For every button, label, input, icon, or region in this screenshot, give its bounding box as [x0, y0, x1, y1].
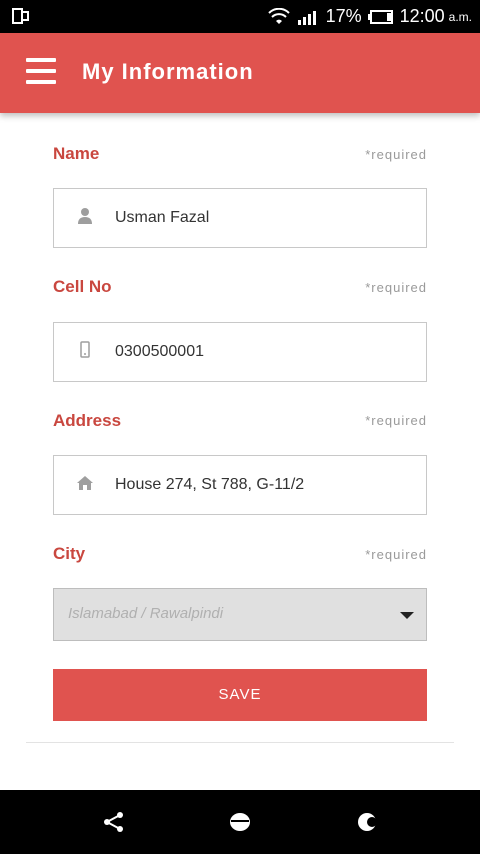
cell-value: 0300500001 — [115, 343, 204, 360]
user-icon — [78, 208, 92, 224]
hamburger-menu-icon[interactable] — [26, 58, 56, 84]
clock-time: 12:00 — [399, 6, 445, 26]
city-label: City — [53, 544, 86, 563]
mobile-phone-icon — [80, 341, 90, 358]
signal-icon — [297, 10, 316, 25]
divider — [26, 742, 454, 743]
save-button[interactable]: SAVE — [53, 669, 427, 721]
city-required-note: *required — [365, 547, 427, 562]
phone-frame-icon — [12, 8, 29, 24]
cell-label: Cell No — [53, 277, 112, 296]
dropdown-caret-icon — [400, 612, 414, 619]
home-circle-icon[interactable] — [228, 811, 252, 833]
wifi-icon — [267, 7, 290, 24]
address-value: House 274, St 788, G-11/2 — [115, 476, 305, 493]
recent-apps-icon[interactable] — [356, 811, 380, 833]
share-icon[interactable] — [102, 811, 126, 833]
name-value: Usman Fazal — [115, 209, 210, 226]
city-value: Islamabad / Rawalpindi — [68, 605, 224, 622]
address-label: Address — [53, 411, 122, 430]
clock-ampm: a.m. — [448, 9, 472, 24]
cell-field[interactable]: 0300500001 — [53, 322, 427, 382]
city-select[interactable]: Islamabad / Rawalpindi — [53, 588, 427, 641]
name-required-note: *required — [365, 147, 427, 162]
cell-required-note: *required — [365, 280, 427, 295]
navigation-bar — [0, 790, 480, 854]
battery-percent: 17% — [325, 6, 362, 26]
address-required-note: *required — [365, 413, 427, 428]
app-bar: My Information — [0, 33, 480, 113]
name-label: Name — [53, 144, 100, 163]
home-icon — [77, 476, 93, 490]
address-field[interactable]: House 274, St 788, G-11/2 — [53, 455, 427, 515]
battery-icon — [367, 9, 393, 24]
name-field[interactable]: Usman Fazal — [53, 188, 427, 248]
status-bar: 17% 12:00 a.m. — [0, 0, 480, 33]
page-title: My Information — [82, 59, 254, 84]
